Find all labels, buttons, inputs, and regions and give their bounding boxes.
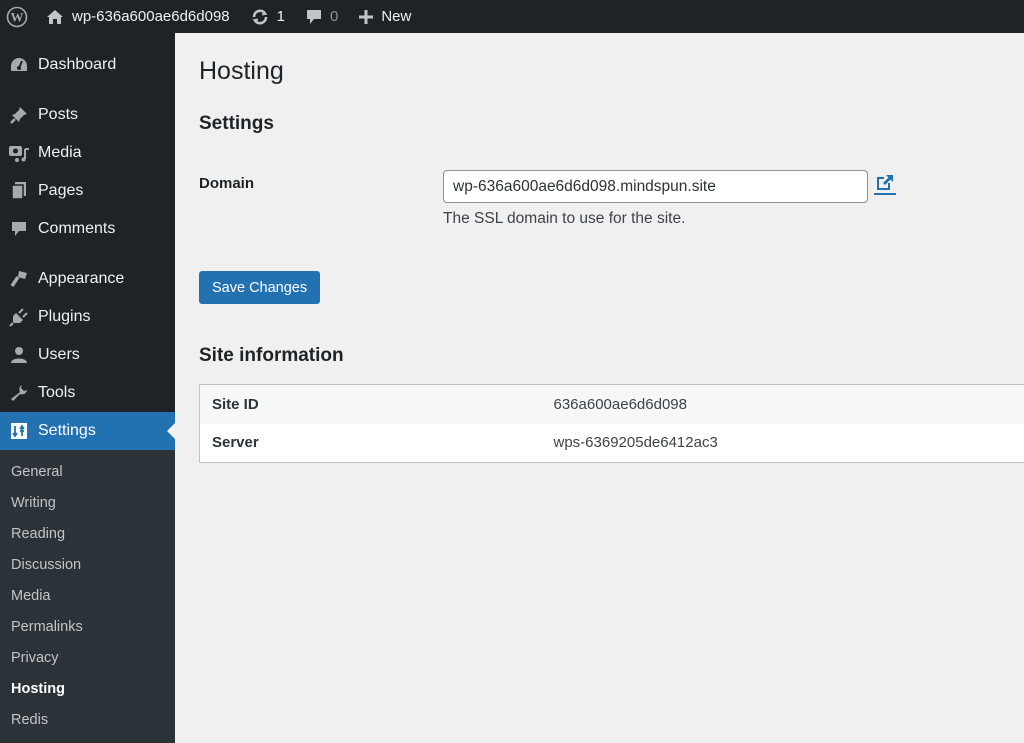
updates-icon (250, 8, 270, 26)
domain-description: The SSL domain to use for the site. (443, 210, 686, 227)
sidebar-item-users[interactable]: Users (0, 336, 175, 374)
sidebar-item-label: Users (38, 346, 80, 363)
new-content-link[interactable]: New (350, 0, 419, 33)
plus-icon (358, 9, 374, 25)
sidebar-item-label: Comments (38, 220, 116, 237)
sidebar-item-media[interactable]: Media (0, 134, 175, 172)
user-icon (8, 344, 30, 366)
sidebar-item-plugins[interactable]: Plugins (0, 298, 175, 336)
paintbrush-icon (8, 268, 30, 290)
comment-icon (305, 8, 323, 26)
server-label: Server (212, 434, 259, 452)
sidebar-item-label: Dashboard (38, 56, 117, 73)
sidebar-item-posts[interactable]: Posts (0, 96, 175, 134)
submenu-item-writing[interactable]: Writing (0, 488, 175, 519)
save-changes-button[interactable]: Save Changes (199, 271, 321, 304)
media-icon (8, 142, 30, 164)
sidebar-item-label: Tools (38, 384, 76, 401)
svg-text:W: W (11, 9, 24, 24)
pages-icon (8, 180, 30, 202)
settings-heading: Settings (199, 113, 274, 134)
pin-icon (8, 104, 30, 126)
sidebar-item-label: Appearance (38, 270, 125, 287)
sidebar-item-label: Pages (38, 182, 84, 199)
plug-icon (8, 306, 30, 328)
wrench-icon (8, 382, 30, 404)
domain-input[interactable] (443, 170, 868, 203)
page-title: Hosting (199, 57, 284, 85)
sidebar-item-label: Plugins (38, 308, 91, 325)
sidebar-item-label: Settings (38, 422, 96, 439)
domain-row: Domain The SSL domain to use for the sit… (199, 170, 1024, 240)
comments-count: 0 (330, 8, 339, 25)
table-row: Site ID 636a600ae6d6d098 (199, 384, 1024, 424)
submenu-item-general[interactable]: General (0, 457, 175, 488)
sidebar-item-tools[interactable]: Tools (0, 374, 175, 412)
submenu-item-hosting[interactable]: Hosting (0, 674, 175, 705)
admin-bar: W wp-636a600ae6d6d098 1 0 New (0, 0, 1024, 33)
sidebar-item-settings[interactable]: Settings (0, 412, 175, 450)
submenu-item-discussion[interactable]: Discussion (0, 550, 175, 581)
settings-submenu: General Writing Reading Discussion Media… (0, 450, 175, 743)
updates-count: 1 (276, 8, 285, 25)
wordpress-logo-icon: W (6, 6, 28, 28)
site-name-link[interactable]: wp-636a600ae6d6d098 (38, 0, 238, 33)
wordpress-logo-button[interactable]: W (0, 0, 38, 33)
external-link-icon[interactable] (874, 172, 896, 196)
submenu-item-permalinks[interactable]: Permalinks (0, 612, 175, 643)
sidebar-item-label: Media (38, 144, 82, 161)
sidebar-item-comments[interactable]: Comments (0, 210, 175, 248)
site-id-label: Site ID (212, 395, 259, 413)
comments-link[interactable]: 0 (297, 0, 346, 33)
sidebar-item-dashboard[interactable]: Dashboard (0, 46, 175, 84)
dashboard-icon (8, 54, 30, 76)
admin-sidebar: Dashboard Posts Media Pages Comments App… (0, 33, 175, 743)
site-id-value: 636a600ae6d6d098 (553, 395, 687, 413)
main-content: Hosting Settings Domain The SSL domain t… (175, 33, 1024, 743)
sidebar-item-label: Posts (38, 106, 79, 123)
sidebar-item-appearance[interactable]: Appearance (0, 260, 175, 298)
submenu-item-reading[interactable]: Reading (0, 519, 175, 550)
table-row: Server wps-6369205de6412ac3 (200, 424, 1024, 463)
settings-icon (8, 420, 30, 442)
site-info-table: Site ID 636a600ae6d6d098 Server wps-6369… (199, 384, 1024, 463)
comment-icon (8, 218, 30, 240)
home-icon (46, 9, 64, 25)
server-value: wps-6369205de6412ac3 (553, 434, 718, 452)
submenu-item-privacy[interactable]: Privacy (0, 643, 175, 674)
domain-label: Domain (199, 175, 255, 192)
sidebar-item-pages[interactable]: Pages (0, 172, 175, 210)
updates-link[interactable]: 1 (242, 0, 293, 33)
submenu-item-media[interactable]: Media (0, 581, 175, 612)
site-name: wp-636a600ae6d6d098 (72, 8, 230, 25)
site-information-heading: Site information (199, 345, 344, 366)
submenu-item-redis[interactable]: Redis (0, 705, 175, 736)
new-label: New (381, 8, 412, 25)
